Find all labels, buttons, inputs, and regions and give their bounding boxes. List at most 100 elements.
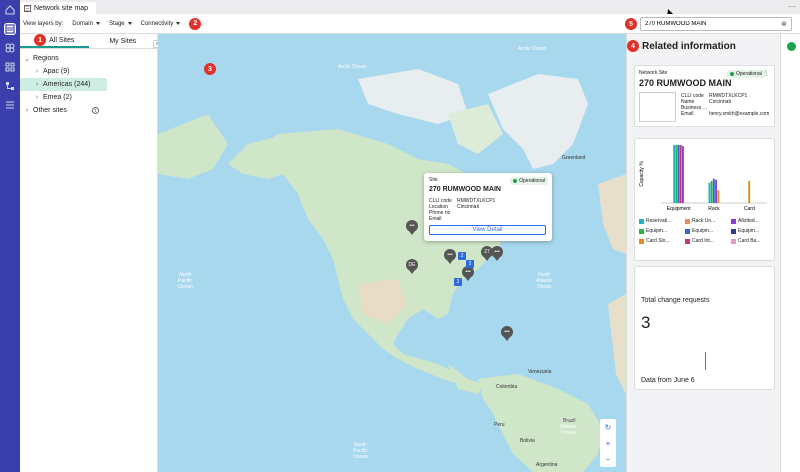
pin-tip bbox=[409, 270, 415, 274]
legend-item[interactable]: Equipm... bbox=[639, 228, 685, 234]
legend-item[interactable]: Equipm... bbox=[731, 228, 777, 234]
site-cluster-pin[interactable]: ••• bbox=[444, 249, 456, 264]
kebab-menu-icon[interactable]: ⋮ bbox=[763, 70, 769, 77]
chart-bar[interactable] bbox=[679, 145, 682, 203]
view-detail-button[interactable]: View Detail bbox=[429, 225, 546, 235]
map-icon bbox=[24, 4, 31, 12]
chart-bar[interactable] bbox=[677, 145, 680, 203]
zoom-out-button[interactable]: − bbox=[606, 455, 611, 464]
legend-item[interactable]: Equipm... bbox=[685, 228, 731, 234]
more-menu-icon[interactable]: ··· bbox=[788, 2, 796, 11]
legend-label: Card Int... bbox=[692, 238, 714, 244]
change-requests-count: 3 bbox=[641, 313, 651, 332]
capacity-chart-card: Capacity % Equipment Rack Card Reservati...… bbox=[634, 138, 775, 261]
site-cluster-pin[interactable]: DE bbox=[406, 259, 418, 274]
legend-label: Card Ba... bbox=[738, 238, 761, 244]
status-indicator-icon[interactable] bbox=[787, 42, 796, 51]
status-badge: Operational bbox=[727, 70, 765, 78]
tab-network-site-map[interactable]: Network site map bbox=[20, 2, 97, 14]
pin-tip bbox=[504, 337, 510, 341]
chart-bar[interactable] bbox=[712, 178, 715, 203]
chevron-right-icon[interactable]: › bbox=[34, 94, 40, 101]
chevron-right-icon[interactable]: › bbox=[24, 107, 30, 114]
tree-node-americas[interactable]: › Americas (244) bbox=[20, 78, 107, 91]
chart-bar[interactable] bbox=[708, 182, 711, 203]
map-label-south-pacific: South Pacific Ocean bbox=[353, 442, 368, 460]
related-info-title: Related information bbox=[642, 40, 736, 52]
site-cluster-pin[interactable]: ••• bbox=[462, 266, 474, 281]
chevron-right-icon[interactable]: › bbox=[34, 68, 40, 75]
tab-all-sites[interactable]: 1 All Sites bbox=[20, 34, 89, 48]
legend-item[interactable]: Card Int... bbox=[685, 238, 731, 244]
site-count-pin[interactable]: 2 bbox=[454, 278, 462, 286]
clear-search-icon[interactable]: ⊗ bbox=[781, 20, 787, 28]
popup-details: CLLI code RMWDTXLKCP1 Location Cincinnati … bbox=[429, 198, 547, 222]
site-cluster-pin[interactable]: ••• bbox=[491, 246, 503, 261]
hierarchy-icon[interactable] bbox=[4, 80, 16, 92]
legend-swatch bbox=[639, 218, 644, 224]
callout-badge-1: 1 bbox=[34, 34, 47, 46]
tree-node-label: Emea (2) bbox=[43, 94, 72, 101]
site-map[interactable]: Arctic Ocean Arctic Ocean Greenland Nort… bbox=[158, 34, 626, 472]
change-requests-title: Total change requests bbox=[641, 297, 710, 304]
legend-item[interactable]: Rack Un... bbox=[685, 218, 731, 224]
zoom-in-button[interactable]: + bbox=[606, 439, 611, 448]
legend-item[interactable]: Allotted... bbox=[731, 218, 777, 224]
chart-bar[interactable] bbox=[710, 180, 713, 203]
site-count-pin[interactable]: 2 bbox=[466, 260, 474, 268]
chart-bar[interactable] bbox=[681, 146, 684, 203]
status-text: Operational bbox=[519, 178, 545, 184]
tree-node-regions[interactable]: ⌄ Regions bbox=[20, 52, 157, 65]
home-icon[interactable] bbox=[4, 4, 16, 16]
tab-all-sites-label: All Sites bbox=[49, 36, 75, 44]
list-icon[interactable] bbox=[4, 99, 16, 111]
legend-swatch bbox=[731, 218, 736, 224]
change-requests-card: Total change requests 3 Data from June 6 bbox=[634, 266, 775, 390]
site-thumbnail bbox=[639, 92, 676, 122]
site-search-input[interactable] bbox=[640, 17, 792, 31]
email-label: Email bbox=[429, 216, 442, 222]
grid-icon[interactable] bbox=[4, 61, 16, 73]
region-tree: ⌄ Regions › Apac (9) › Americas (244) › … bbox=[20, 49, 157, 117]
legend-label: Equipm... bbox=[646, 228, 668, 234]
chevron-down-icon[interactable]: ⌄ bbox=[24, 55, 30, 63]
chart-bar[interactable] bbox=[717, 190, 720, 203]
legend-item[interactable]: Card Ba... bbox=[731, 238, 777, 244]
site-cluster-pin[interactable]: ••• bbox=[406, 220, 418, 235]
map-label-peru: Peru bbox=[494, 422, 505, 428]
legend-item[interactable]: Reservati... bbox=[639, 218, 685, 224]
legend-label: Card Slo... bbox=[646, 238, 670, 244]
site-count-pin[interactable]: 2 bbox=[458, 252, 466, 260]
map-label-argentina: Argentina bbox=[536, 462, 558, 468]
world-map-base bbox=[158, 69, 626, 472]
chart-bar[interactable] bbox=[675, 145, 678, 203]
chart-bar[interactable] bbox=[715, 179, 717, 203]
related-info-panel: 4 Related information Network Site Opera… bbox=[626, 34, 780, 472]
domain-dropdown[interactable]: Domain bbox=[72, 21, 100, 27]
change-requests-footer: Data from June 6 bbox=[641, 377, 695, 384]
site-name: 270 RUMWOOD MAIN bbox=[639, 78, 732, 88]
site-details: CLLI code RMWDTXLKCP1 Name Cincinnati Busi… bbox=[681, 93, 769, 117]
tree-node-apac[interactable]: › Apac (9) bbox=[20, 65, 157, 78]
refresh-icon[interactable]: ↻ bbox=[605, 423, 612, 432]
legend-swatch bbox=[731, 228, 736, 234]
tab-my-sites[interactable]: My Sites bbox=[89, 34, 158, 48]
site-popup: Site Operational 270 RUMWOOD MAIN CLLI c… bbox=[424, 173, 552, 241]
nav-rail bbox=[0, 0, 20, 472]
legend-label: Reservati... bbox=[646, 218, 672, 224]
info-icon[interactable]: i bbox=[92, 107, 99, 114]
regions-label: Regions bbox=[33, 55, 59, 62]
legend-swatch bbox=[639, 238, 644, 244]
legend-item[interactable]: Card Slo... bbox=[639, 238, 685, 244]
connectivity-dropdown[interactable]: Connectivity bbox=[141, 21, 181, 27]
topology-icon[interactable] bbox=[4, 42, 16, 54]
tree-node-emea[interactable]: › Emea (2) bbox=[20, 91, 157, 104]
chevron-right-icon[interactable]: › bbox=[34, 81, 40, 88]
site-cluster-pin[interactable]: ••• bbox=[501, 326, 513, 341]
chart-bar[interactable] bbox=[673, 145, 676, 203]
chart-bar[interactable] bbox=[748, 180, 751, 203]
stage-dropdown[interactable]: Stage bbox=[109, 21, 132, 27]
tab-title: Network site map bbox=[34, 4, 89, 12]
tree-node-other-sites[interactable]: › Other sites i bbox=[20, 104, 157, 117]
network-map-icon[interactable] bbox=[4, 23, 16, 35]
